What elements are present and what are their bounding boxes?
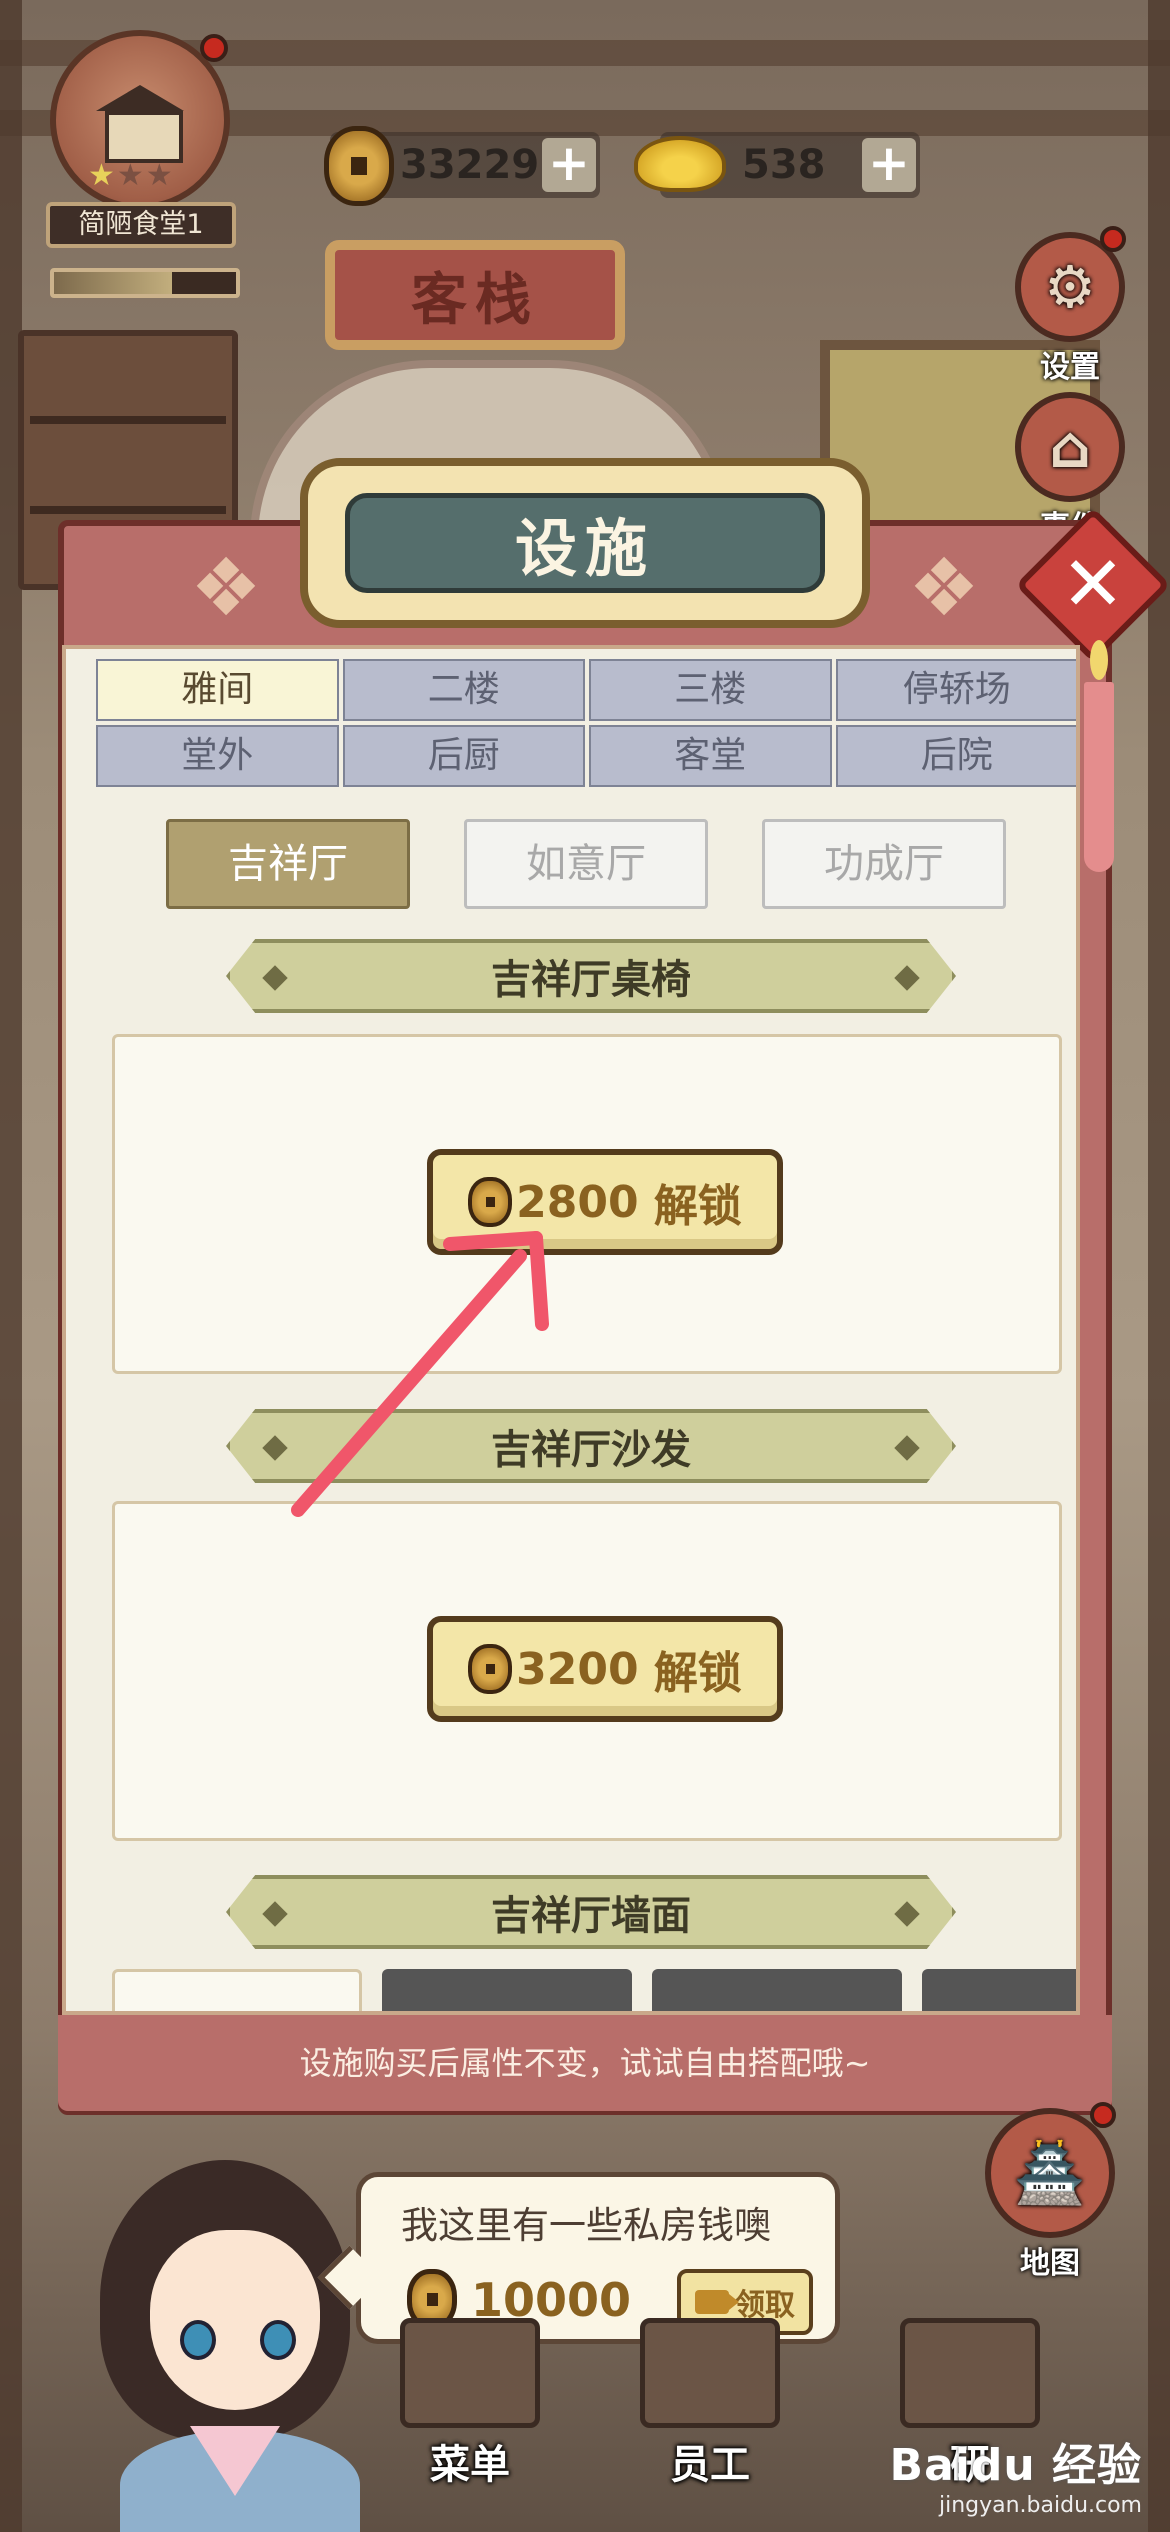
settings-button[interactable]: ⚙ 设置 <box>1010 226 1130 386</box>
unlock-sofa-button[interactable]: 3200 解锁 <box>427 1616 783 1722</box>
inn-sign: 客栈 <box>325 240 625 350</box>
modal-title: 设施 <box>345 493 825 593</box>
copper-coin-icon <box>468 1644 513 1694</box>
character-eye <box>180 2320 216 2360</box>
menu-button[interactable]: 菜单 <box>400 2318 540 2490</box>
staff-portrait-icon <box>640 2318 780 2428</box>
map-button[interactable]: 🏯 地图 <box>980 2102 1120 2282</box>
section-title: 吉祥厅桌椅 <box>491 957 691 1003</box>
star-filled-icon: ★ <box>88 158 117 193</box>
tab-floor[interactable]: 二楼 <box>342 659 585 721</box>
tassel-ornament <box>1078 640 1120 880</box>
staff-label: 员工 <box>670 2442 750 2488</box>
wall-option[interactable] <box>652 1969 902 2011</box>
facility-slot-sofa: 3200 解锁 <box>112 1501 1062 1841</box>
diamond-ornament-icon <box>894 1435 920 1461</box>
diamond-ornament-icon <box>894 965 920 991</box>
watermark-url: jingyan.baidu.com <box>938 2493 1142 2518</box>
video-camera-icon <box>695 2290 739 2314</box>
wall-options-row <box>112 1969 1076 2011</box>
star-empty-icon: ★ <box>116 158 146 193</box>
tab-floor[interactable]: 客堂 <box>589 725 832 787</box>
subtab-hall[interactable]: 吉祥厅 <box>166 819 410 909</box>
restaurant-name: 简陋食堂1 <box>46 202 236 248</box>
level-progress-fill <box>54 272 173 294</box>
diamond-ornament-icon <box>894 1901 920 1927</box>
unlock-price: 3200 <box>516 1643 639 1695</box>
flower-ornament-icon: ❖ <box>908 541 980 634</box>
house-icon <box>95 85 185 163</box>
coin-counter: 332292 + <box>324 126 600 206</box>
flower-ornament-icon: ❖ <box>190 541 262 634</box>
section-title: 吉祥厅沙发 <box>491 1427 691 1473</box>
diamond-ornament-icon <box>262 1435 288 1461</box>
ingot-counter: 538 + <box>634 132 920 198</box>
watermark-brand: Baidu 经验 <box>889 2440 1142 2491</box>
restaurant-level-badge[interactable]: ★★★ 简陋食堂1 <box>40 30 240 248</box>
tab-floor[interactable]: 后厨 <box>342 725 585 787</box>
tab-floor[interactable]: 三楼 <box>589 659 832 721</box>
section-title: 吉祥厅墙面 <box>491 1893 691 1939</box>
tab-floor[interactable]: 堂外 <box>96 725 339 787</box>
section-banner-wall: 吉祥厅墙面 <box>226 1875 956 1949</box>
character-eye <box>260 2320 296 2360</box>
pavilion-icon: ⌂ <box>1015 392 1125 502</box>
menu-book-icon <box>400 2318 540 2428</box>
modal-title-plate: 设施 <box>300 458 870 628</box>
tab-floor[interactable]: 停轿场 <box>835 659 1076 721</box>
copper-coin-icon <box>324 126 394 206</box>
gold-ingot-icon <box>634 136 726 192</box>
cooking-stove-icon <box>900 2318 1040 2428</box>
bubble-message: 我这里有一些私房钱噢 <box>401 2204 771 2247</box>
baidu-jingyan-watermark: Baidu 经验 jingyan.baidu.com <box>890 2429 1142 2518</box>
shopkeeper-character <box>60 2140 390 2532</box>
staff-button[interactable]: 员工 <box>640 2318 780 2490</box>
tab-floor[interactable]: 后院 <box>835 725 1076 787</box>
subtab-hall[interactable]: 功成厅 <box>762 819 1006 909</box>
notification-dot <box>200 34 228 62</box>
wall-option[interactable] <box>112 1969 362 2011</box>
unlock-tables-button[interactable]: 2800 解锁 <box>427 1149 783 1255</box>
modal-footer-hint: 设施购买后属性不变，试试自由搭配哦~ <box>58 2015 1112 2111</box>
add-coins-button[interactable]: + <box>542 138 596 192</box>
settings-label: 设置 <box>1040 350 1100 385</box>
tab-floor[interactable]: 雅间 <box>96 659 339 721</box>
building-icon: 🏯 <box>985 2108 1115 2238</box>
map-label: 地图 <box>1020 2246 1080 2281</box>
notification-dot <box>1090 2102 1116 2128</box>
unlock-price: 2800 <box>516 1176 639 1228</box>
section-banner-sofa: 吉祥厅沙发 <box>226 1409 956 1483</box>
unlock-label: 解锁 <box>653 1181 742 1232</box>
notification-dot <box>1100 226 1126 252</box>
star-rating: ★★★ <box>88 158 175 193</box>
add-ingots-button[interactable]: + <box>862 138 916 192</box>
facilities-panel: 雅间 二楼 三楼 停轿场堂外 后厨 客堂 后院 吉祥厅 如意厅 功成厅 吉祥厅桌椅 2800 解… <box>62 645 1080 2015</box>
diamond-ornament-icon <box>262 965 288 991</box>
diamond-ornament-icon <box>262 1901 288 1927</box>
facility-slot-tables: 2800 解锁 <box>112 1034 1062 1374</box>
close-icon: ✕ <box>1061 539 1125 628</box>
floor-tabs: 雅间 二楼 三楼 停轿场堂外 后厨 客堂 后院 <box>96 659 1076 787</box>
wall-option[interactable] <box>922 1969 1076 2011</box>
subtab-hall[interactable]: 如意厅 <box>464 819 708 909</box>
hall-subtabs: 吉祥厅 如意厅 功成厅 <box>166 819 1006 909</box>
unlock-label: 解锁 <box>653 1648 742 1699</box>
copper-coin-icon <box>468 1177 513 1227</box>
level-progress-bar <box>50 268 240 298</box>
pillar <box>1148 0 1170 2532</box>
section-banner-tables: 吉祥厅桌椅 <box>226 939 956 1013</box>
wall-option[interactable] <box>382 1969 632 2011</box>
character-face <box>150 2230 320 2410</box>
menu-label: 菜单 <box>430 2442 510 2488</box>
star-empty-icon: ★ <box>145 158 175 193</box>
